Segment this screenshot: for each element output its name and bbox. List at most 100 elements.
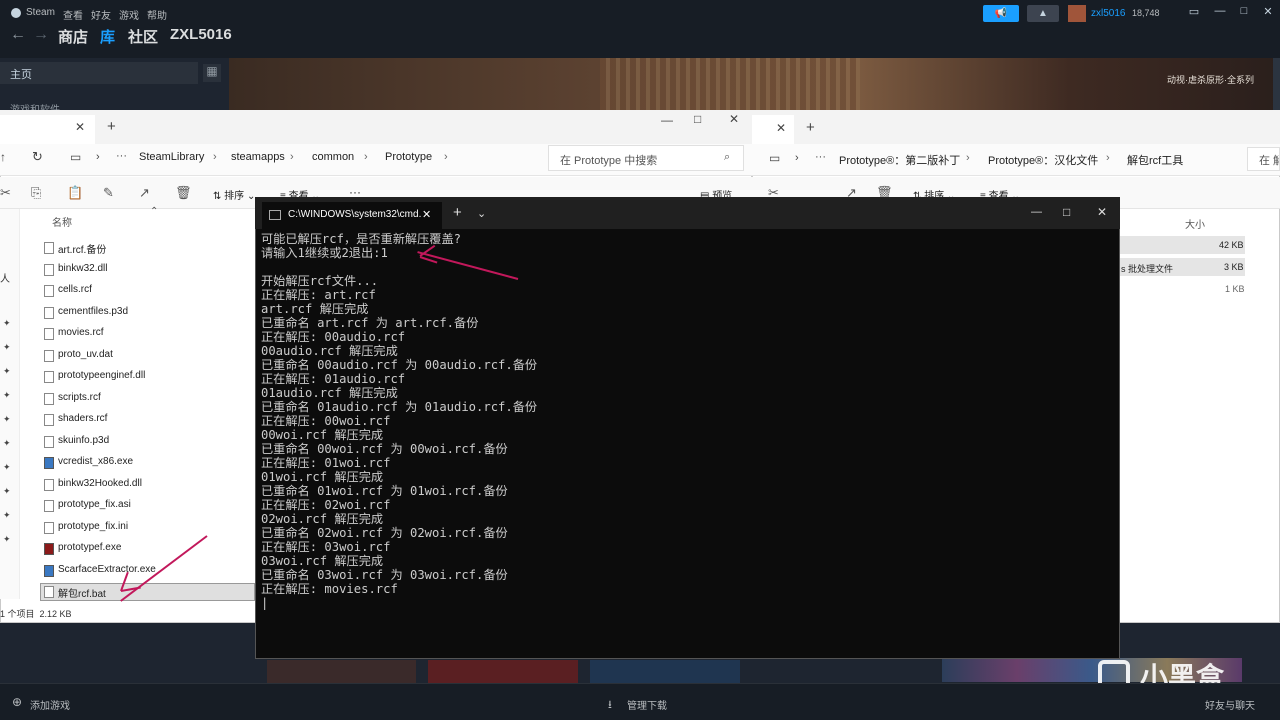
file-name[interactable]: prototypeenginef.dll — [58, 370, 145, 381]
crumb-chinese[interactable]: Prototype®：汉化文件 — [988, 152, 1098, 168]
add-game-button[interactable]: 添加游戏 — [30, 697, 70, 712]
crumb-steamapps[interactable]: steamapps — [231, 151, 285, 163]
chevron-right-icon: › — [795, 152, 799, 164]
maximize-icon[interactable]: □ — [1233, 5, 1255, 21]
chevron-right-icon: › — [444, 151, 448, 163]
terminal-icon — [269, 210, 281, 220]
cmd-output[interactable]: 可能已解压rcf，是否重新解压覆盖? 请输入1继续或2退出:1 开始解压rcf文… — [261, 232, 1111, 610]
minimize-icon[interactable]: — — [1209, 5, 1231, 21]
bigpicture-icon[interactable]: ▭ — [1183, 5, 1205, 21]
nav-username[interactable]: ZXL5016 — [170, 26, 232, 43]
chevron-right-icon: › — [290, 151, 294, 163]
steam-brand[interactable]: Steam — [26, 7, 55, 18]
cut-icon[interactable]: ✂ — [0, 185, 11, 201]
file-name[interactable]: proto_uv.dat — [58, 349, 113, 360]
tab-close-icon[interactable]: ✕ — [422, 208, 431, 221]
share-icon[interactable]: ↗ — [139, 185, 150, 201]
sort-button[interactable]: ⇅ 排序 ⌄ — [213, 187, 255, 202]
close-icon[interactable]: ✕ — [729, 112, 739, 126]
menu-help[interactable]: 帮助 — [147, 7, 167, 22]
game-thumbnail[interactable] — [428, 660, 578, 683]
file-name[interactable]: shaders.rcf — [58, 413, 107, 424]
status-bar: 1 个项目 2.12 KB — [0, 609, 72, 619]
friends-chat-button[interactable]: 好友与聊天 — [1205, 697, 1255, 712]
sidebar-home[interactable]: 主页 — [0, 62, 198, 84]
crumb-patch2[interactable]: Prototype®：第二版补丁 — [839, 152, 960, 168]
tab-close-icon[interactable]: ✕ — [776, 121, 786, 135]
refresh-icon[interactable]: ↻ — [32, 149, 43, 165]
scrollbar[interactable] — [1273, 58, 1280, 110]
bell-icon: ▲ — [1038, 8, 1048, 19]
nav-pane-label[interactable]: 人 — [0, 270, 10, 285]
crumb-unpack-tool[interactable]: 解包rcf工具 — [1127, 152, 1183, 168]
file-name[interactable]: prototypef.exe — [58, 542, 121, 553]
maximize-icon[interactable]: □ — [694, 112, 701, 126]
chevron-right-icon: › — [96, 151, 100, 163]
file-name[interactable]: vcredist_x86.exe — [58, 456, 133, 467]
file-icon — [44, 565, 54, 577]
column-size[interactable]: 大小 — [1185, 216, 1205, 231]
maximize-icon[interactable]: □ — [1063, 205, 1070, 219]
cmd-tab[interactable]: C:\WINDOWS\system32\cmd. ✕ — [262, 202, 442, 229]
download-icon[interactable]: ⭳ — [608, 696, 612, 715]
close-icon[interactable]: ✕ — [1257, 5, 1279, 21]
column-name[interactable]: 名称 — [52, 214, 72, 229]
downloads-button[interactable]: 管理下载 — [627, 697, 667, 712]
paste-icon[interactable]: 📋 — [67, 185, 83, 201]
menu-view[interactable]: 查看 — [63, 7, 83, 22]
new-tab-icon[interactable]: + — [806, 119, 815, 136]
file-name[interactable]: binkw32Hooked.dll — [58, 478, 142, 489]
account-name[interactable]: zxl5016 — [1091, 8, 1125, 19]
delete-icon[interactable]: 🗑 — [175, 185, 192, 201]
file-name[interactable]: scripts.rcf — [58, 392, 101, 403]
forward-icon[interactable]: → — [33, 26, 49, 44]
file-name[interactable]: art.rcf.备份 — [58, 241, 106, 256]
new-tab-icon[interactable]: + — [107, 118, 116, 135]
game-thumbnail[interactable] — [267, 660, 416, 683]
pin-icon: ✦ — [3, 390, 11, 400]
rename-icon[interactable]: ✎ — [103, 185, 114, 201]
menu-games[interactable]: 游戏 — [119, 7, 139, 22]
crumb-steamlibrary[interactable]: SteamLibrary — [139, 151, 204, 163]
minimize-icon[interactable]: — — [661, 113, 673, 127]
avatar[interactable] — [1068, 5, 1086, 22]
add-icon[interactable]: ⊕ — [12, 695, 22, 709]
file-name[interactable]: prototype_fix.ini — [58, 521, 128, 532]
pin-icon: ✦ — [3, 438, 11, 448]
crumb-common[interactable]: common — [312, 151, 354, 163]
file-name[interactable]: binkw32.dll — [58, 263, 107, 274]
grid-view-icon[interactable]: ▦ — [203, 64, 221, 82]
file-name[interactable]: ScarfaceExtractor.exe — [58, 564, 156, 575]
notifications-button[interactable]: ▲ — [1027, 5, 1059, 22]
new-tab-icon[interactable]: + — [453, 204, 462, 221]
back-icon[interactable]: ← — [10, 26, 26, 44]
file-name[interactable]: cementfiles.p3d — [58, 306, 128, 317]
nav-community[interactable]: 社区 — [128, 26, 158, 47]
game-thumbnail[interactable] — [590, 660, 740, 683]
file-name[interactable]: cells.rcf — [58, 284, 92, 295]
file-name[interactable]: movies.rcf — [58, 327, 104, 338]
nav-store[interactable]: 商店 — [58, 26, 88, 47]
more-path-icon[interactable]: ··· — [815, 151, 826, 163]
file-name[interactable]: 解包rcf.bat — [58, 585, 106, 600]
monitor-icon[interactable]: ▭ — [769, 151, 780, 165]
broadcast-button[interactable]: 📢 — [983, 5, 1019, 22]
more-path-icon[interactable]: ··· — [116, 150, 127, 162]
explorer-right-tab[interactable] — [752, 115, 794, 144]
monitor-icon[interactable]: ▭ — [70, 150, 81, 164]
search-input-right[interactable]: 在 解 — [1247, 147, 1280, 171]
file-name[interactable]: prototype_fix.asi — [58, 499, 131, 510]
tab-close-icon[interactable]: ✕ — [75, 120, 85, 134]
minimize-icon[interactable]: — — [1031, 206, 1042, 218]
crumb-prototype[interactable]: Prototype — [385, 151, 432, 163]
copy-icon[interactable]: ⎘ — [31, 185, 41, 201]
file-icon — [44, 350, 54, 362]
menu-friends[interactable]: 好友 — [91, 7, 111, 22]
nav-library[interactable]: 库 — [100, 26, 115, 47]
up-arrow-icon[interactable]: ↑ — [0, 150, 6, 164]
search-input-left[interactable]: 在 Prototype 中搜索 ⌕ — [548, 145, 744, 171]
file-name[interactable]: skuinfo.p3d — [58, 435, 109, 446]
pin-icon: ✦ — [3, 366, 11, 376]
close-icon[interactable]: ✕ — [1097, 205, 1107, 219]
chevron-down-icon[interactable]: ⌄ — [477, 207, 486, 220]
